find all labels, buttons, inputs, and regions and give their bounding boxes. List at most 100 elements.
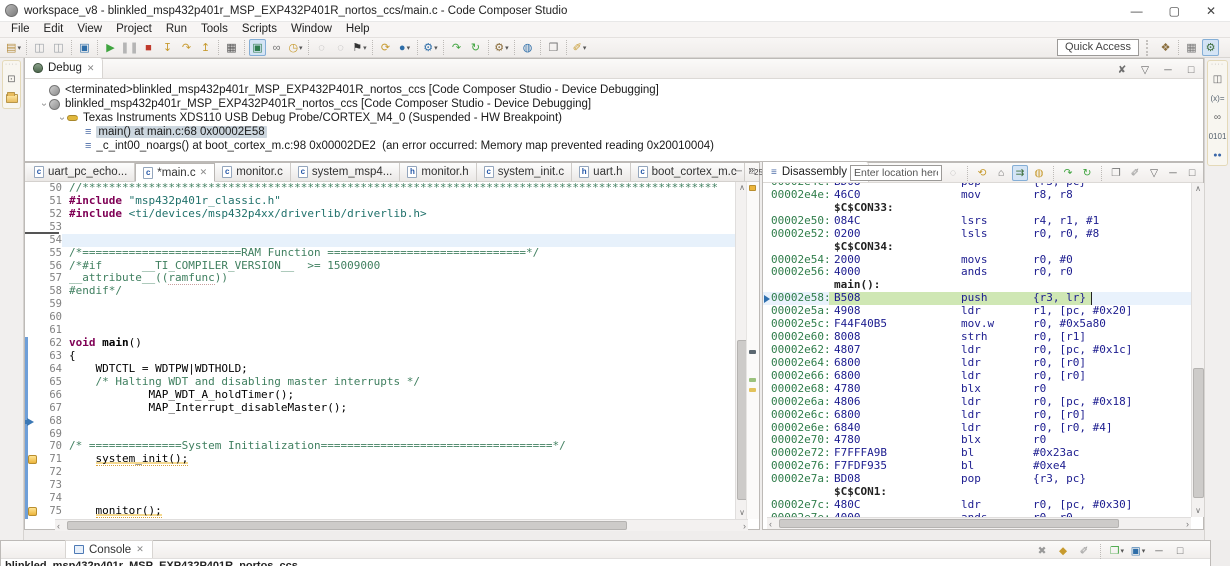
open-console-icon[interactable]: ❐ ▾	[1109, 543, 1125, 559]
disassembly-row[interactable]: 00002e66: 6800 ldr r0, [r0]	[763, 369, 1191, 383]
restart-icon[interactable]: ⟳	[377, 39, 394, 56]
code-text[interactable]: MAP_Interrupt_disableMaster();	[62, 402, 735, 415]
line-margin[interactable]	[25, 375, 38, 389]
project-explorer-icon[interactable]	[4, 91, 20, 105]
go-location-icon[interactable]: ◌	[945, 165, 961, 181]
line-margin[interactable]	[25, 401, 38, 415]
restore-view-icon[interactable]: ⊡	[4, 72, 20, 86]
editor-tab-system_initc[interactable]: c system_init.c	[476, 163, 573, 181]
step-asm-icon[interactable]: ↷	[448, 39, 465, 56]
open-new-view-icon[interactable]: ❐	[1108, 165, 1124, 181]
line-margin[interactable]	[25, 207, 38, 221]
step-over-icon[interactable]: ↷	[178, 39, 195, 56]
overview-mark[interactable]	[749, 378, 756, 382]
dropdown-arrow-icon[interactable]: ▾	[434, 44, 438, 52]
line-margin[interactable]	[25, 517, 38, 519]
new-breakpoint-icon[interactable]: ⚑ ▾	[351, 39, 368, 56]
code-text[interactable]	[62, 492, 735, 505]
overview-warning-mark[interactable]	[749, 185, 756, 191]
line-margin[interactable]	[25, 285, 38, 299]
close-icon[interactable]: ✕	[87, 63, 95, 74]
code-text[interactable]	[62, 466, 735, 479]
code-text[interactable]	[62, 415, 735, 428]
home-icon[interactable]: ⌂	[993, 165, 1009, 181]
line-margin[interactable]	[25, 479, 38, 493]
line-margin[interactable]	[25, 492, 38, 506]
disassembly-horizontal-scrollbar[interactable]: ‹ ›	[767, 517, 1191, 529]
dropdown-arrow-icon[interactable]: ▾	[1142, 547, 1146, 555]
save-all-icon[interactable]: ◫	[50, 39, 67, 56]
code-text[interactable]	[62, 479, 735, 492]
dropdown-arrow-icon[interactable]: ▾	[299, 44, 303, 52]
menu-view[interactable]: View	[70, 22, 109, 37]
line-margin[interactable]	[25, 233, 38, 247]
disassembly-row[interactable]: 00002e68: 4780 blx r0	[763, 382, 1191, 396]
editor-tab-uart_pc_echo[interactable]: c uart_pc_echo...	[27, 163, 136, 181]
line-margin[interactable]	[25, 259, 38, 273]
resume-icon[interactable]: ▶	[102, 39, 119, 56]
expressions-view-icon[interactable]: ∞	[1210, 110, 1226, 124]
disassembly-row[interactable]: 00002e56: 4000 ands r0, r0	[763, 266, 1191, 279]
disassembly-row[interactable]: 00002e6a: 4806 ldr r0, [pc, #0x18]	[763, 395, 1191, 409]
scroll-down-icon[interactable]: ∨	[1192, 505, 1204, 517]
code-text[interactable]: /* Halting WDT and disabling master inte…	[62, 376, 735, 389]
code-text[interactable]	[62, 233, 735, 247]
line-margin[interactable]	[25, 414, 38, 428]
code-text[interactable]: system_init();	[62, 453, 735, 467]
remove-launch-icon[interactable]: ✖	[1034, 543, 1050, 559]
close-icon[interactable]: ✕	[1206, 4, 1216, 18]
save-icon[interactable]: ◫	[31, 39, 48, 56]
view-menu-icon[interactable]: ▽	[1146, 165, 1162, 181]
editor-tab-monitorc[interactable]: c monitor.c	[215, 163, 291, 181]
location-input[interactable]	[850, 165, 942, 181]
disassembly-row[interactable]: 00002e7a: BD08 pop {r3, pc}	[763, 472, 1191, 486]
step-into-icon[interactable]: ↧	[159, 39, 176, 56]
debug-tree-item[interactable]: › blinkled_msp432p401r_MSP_EXP432P401R_no…	[25, 97, 1203, 111]
menu-tools[interactable]: Tools	[194, 22, 235, 37]
ccs-debug-perspective-icon[interactable]: ⚙	[1202, 39, 1219, 56]
code-text[interactable]	[62, 311, 735, 324]
scrollbar-thumb[interactable]	[67, 521, 627, 530]
debug-tree-item[interactable]: › Texas Instruments XDS110 USB Debug Prob…	[25, 111, 1203, 125]
code-text[interactable]: __attribute__((ramfunc))	[62, 272, 735, 286]
code-text[interactable]: MAP_WDT_A_holdTimer();	[62, 389, 735, 402]
line-margin[interactable]	[25, 182, 38, 195]
maximize-view-icon[interactable]: □	[1183, 62, 1199, 78]
menu-project[interactable]: Project	[109, 22, 159, 37]
open-perspective-icon[interactable]: ❖	[1157, 39, 1174, 56]
line-margin[interactable]	[25, 362, 38, 376]
debug-launch-icon[interactable]: ▣	[76, 39, 93, 56]
track-expression-icon[interactable]: ◍	[1031, 165, 1047, 181]
maximize-view-icon[interactable]: □	[1172, 543, 1188, 559]
lock-console-icon[interactable]: ◆	[1055, 543, 1071, 559]
code-text[interactable]: #endif*/	[62, 285, 735, 298]
disassembly-row[interactable]: 00002e64: 6800 ldr r0, [r0]	[763, 356, 1191, 370]
skip-breakpoints-icon[interactable]: ◌	[313, 39, 330, 56]
maximize-view-icon[interactable]: □	[1184, 165, 1200, 181]
scrollbar-thumb[interactable]	[779, 519, 1119, 528]
ccs-edit-perspective-icon[interactable]: ▦	[1183, 39, 1200, 56]
scrollbar-thumb[interactable]	[1193, 368, 1204, 498]
editor-tab-uarth[interactable]: h uart.h	[572, 163, 631, 181]
debug-tree-item[interactable]: <terminated>blinkled_msp432p401r_MSP_EXP…	[25, 83, 1203, 97]
editor-tab-boot_cortex_mc[interactable]: c boot_cortex_m.c	[630, 163, 745, 181]
disassembly-row[interactable]: $C$CON33:	[763, 201, 1191, 215]
menu-scripts[interactable]: Scripts	[235, 22, 284, 37]
line-margin[interactable]	[25, 337, 38, 350]
remove-terminated-icon[interactable]: ✘	[1114, 62, 1130, 78]
warning-icon[interactable]	[28, 455, 37, 465]
minimize-view-icon[interactable]: ─	[1151, 543, 1167, 559]
line-margin[interactable]	[25, 194, 38, 208]
dropdown-arrow-icon[interactable]: ▾	[363, 44, 367, 52]
search-icon[interactable]: ◍	[519, 39, 536, 56]
disassembly-row[interactable]: 00002e62: 4807 ldr r0, [pc, #0x1c]	[763, 343, 1191, 357]
code-text[interactable]: #include <ti/devices/msp432p4xx/driverli…	[62, 208, 735, 221]
dropdown-arrow-icon[interactable]: ▾	[407, 44, 411, 52]
line-margin[interactable]	[25, 388, 38, 402]
chevron-down-icon[interactable]: ›	[39, 99, 50, 109]
code-text[interactable]: /*#if __TI_COMPILER_VERSION__ >= 1500900…	[62, 260, 735, 273]
code-text[interactable]: #include "msp432p401r_classic.h"	[62, 195, 735, 208]
line-margin[interactable]	[25, 427, 38, 441]
history-icon[interactable]: ◷ ▾	[287, 39, 304, 56]
maximize-view-icon[interactable]: □	[749, 166, 755, 177]
